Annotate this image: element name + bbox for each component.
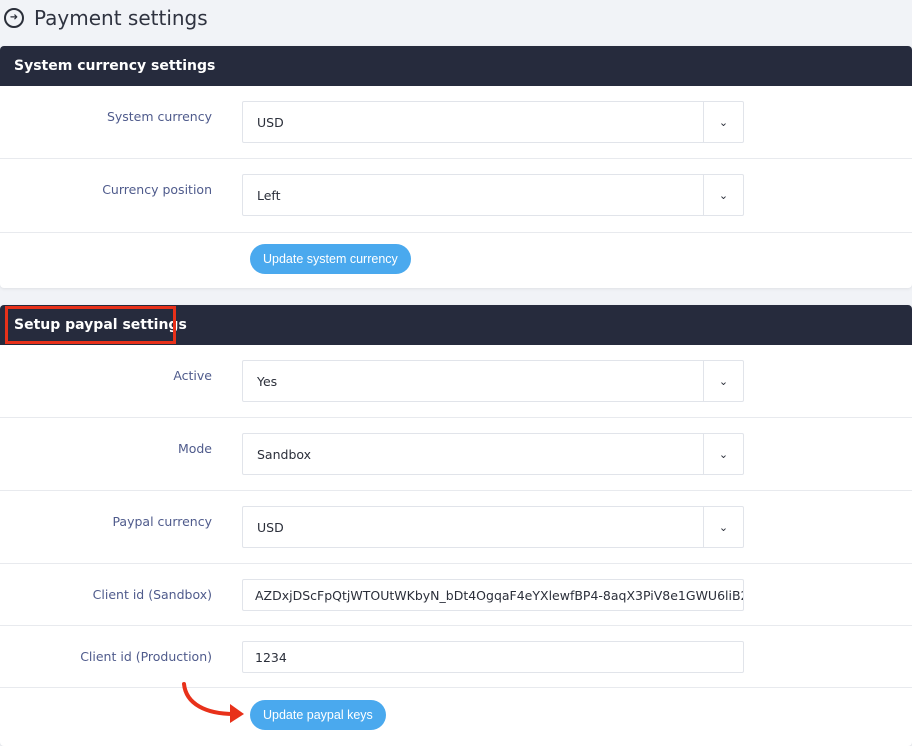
system-currency-label: System currency xyxy=(106,109,212,124)
client-id-production-row: Client id (Production) 1234 xyxy=(0,626,912,688)
client-id-sandbox-input[interactable]: AZDxjDScFpQtjWTOUtWKbyN_bDt4OgqaF4eYXlew… xyxy=(242,579,744,611)
active-label: Active xyxy=(173,368,212,383)
client-id-sandbox-row: Client id (Sandbox) AZDxjDScFpQtjWTOUtWK… xyxy=(0,564,912,626)
chevron-down-icon[interactable]: ⌄ xyxy=(703,361,743,401)
mode-select[interactable]: Sandbox ⌄ xyxy=(242,433,744,475)
active-select[interactable]: Yes ⌄ xyxy=(242,360,744,402)
arrow-annotation-icon xyxy=(182,682,244,723)
mode-row: Mode Sandbox ⌄ xyxy=(0,418,912,491)
highlight-annotation-box xyxy=(5,306,176,344)
mode-label: Mode xyxy=(177,441,212,456)
system-currency-row: System currency USD ⌄ xyxy=(0,86,912,159)
paypal-currency-row: Paypal currency USD ⌄ xyxy=(0,491,912,564)
client-id-production-value: 1234 xyxy=(255,649,287,665)
chevron-down-icon[interactable]: ⌄ xyxy=(703,102,743,142)
page-header: ➜ Payment settings xyxy=(0,0,912,36)
currency-position-value: Left xyxy=(257,187,281,203)
client-id-production-input[interactable]: 1234 xyxy=(242,641,744,673)
paypal-currency-value: USD xyxy=(257,519,284,535)
paypal-currency-label: Paypal currency xyxy=(112,514,212,529)
system-currency-select[interactable]: USD ⌄ xyxy=(242,101,744,143)
update-paypal-keys-button[interactable]: Update paypal keys xyxy=(250,700,386,730)
chevron-down-icon[interactable]: ⌄ xyxy=(703,175,743,215)
active-value: Yes xyxy=(257,373,278,389)
currency-position-label: Currency position xyxy=(102,182,212,197)
system-currency-actions: Update system currency xyxy=(0,233,912,288)
update-system-currency-button[interactable]: Update system currency xyxy=(250,244,411,274)
paypal-currency-select[interactable]: USD ⌄ xyxy=(242,506,744,548)
mode-value: Sandbox xyxy=(257,446,312,462)
system-currency-value: USD xyxy=(257,114,284,130)
paypal-actions: Update paypal keys xyxy=(0,688,912,746)
client-id-production-label: Client id (Production) xyxy=(80,649,212,664)
paypal-settings-heading: Setup paypal settings xyxy=(0,305,912,345)
circle-arrow-right-icon: ➜ xyxy=(4,8,24,28)
active-row: Active Yes ⌄ xyxy=(0,345,912,418)
page-title: Payment settings xyxy=(34,6,208,30)
system-currency-heading: System currency settings xyxy=(0,46,912,86)
chevron-down-icon[interactable]: ⌄ xyxy=(703,507,743,547)
client-id-sandbox-value: AZDxjDScFpQtjWTOUtWKbyN_bDt4OgqaF4eYXlew… xyxy=(255,587,743,603)
currency-position-row: Currency position Left ⌄ xyxy=(0,159,912,233)
paypal-settings-card: Setup paypal settings Active Yes ⌄ Mode … xyxy=(0,305,912,746)
currency-position-select[interactable]: Left ⌄ xyxy=(242,174,744,216)
client-id-sandbox-label: Client id (Sandbox) xyxy=(92,587,212,602)
system-currency-card: System currency settings System currency… xyxy=(0,46,912,288)
chevron-down-icon[interactable]: ⌄ xyxy=(703,434,743,474)
